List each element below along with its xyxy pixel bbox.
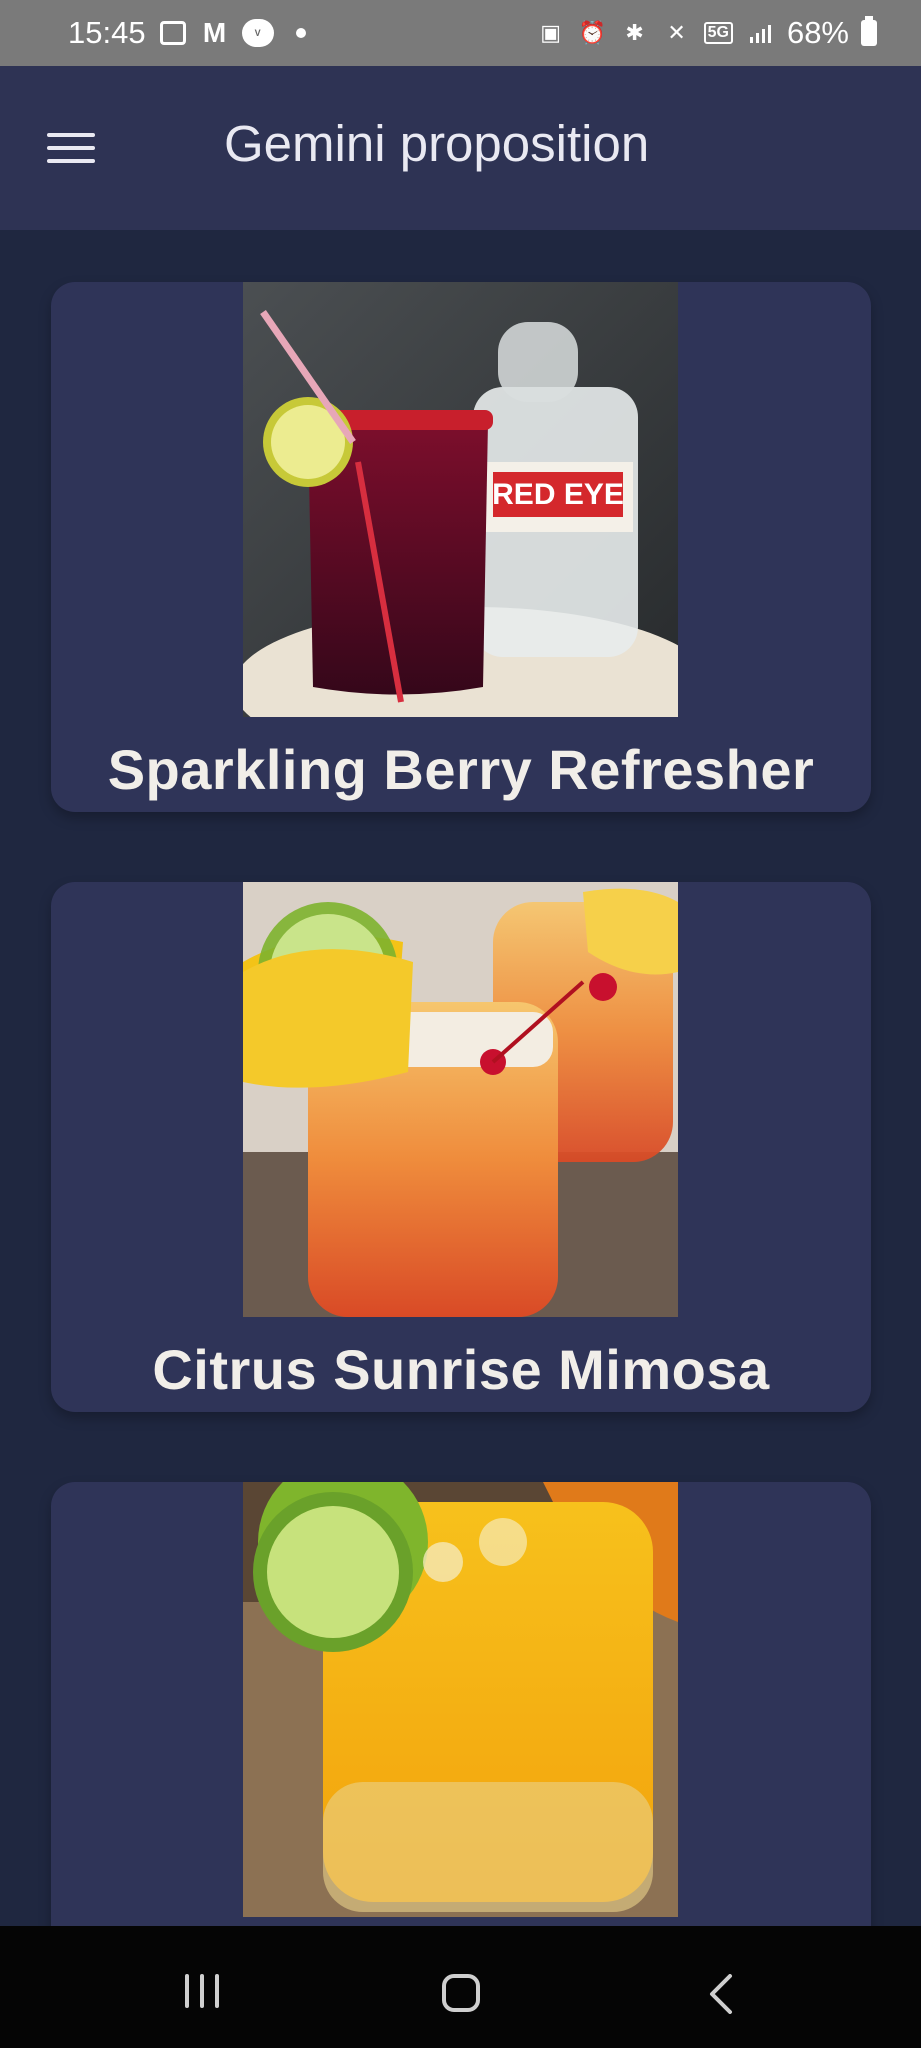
drink-image: RED EYE [243,282,678,717]
drink-card[interactable]: RED EYE Sparkling Berry Refresher [51,282,871,812]
status-bar: 15:45 M V ▣ ⏰ ✱ ✕ 5G 68% [0,0,921,66]
battery-percent: 68% [786,15,849,50]
bottle-label-text: RED EYE [492,478,624,511]
screenshot-icon: ▣ [540,20,561,45]
drink-image [243,882,678,1317]
app-bar: Gemini proposition [0,66,921,230]
drink-list[interactable]: RED EYE Sparkling Berry Refresher Citrus… [0,230,921,1926]
image-icon [158,18,188,48]
drink-card[interactable]: Citrus Sunrise Mimosa [51,882,871,1412]
recents-icon[interactable] [185,1974,219,2008]
home-icon[interactable] [442,1974,480,2012]
page-title: Gemini proposition [224,115,650,172]
drink-image [243,1482,678,1917]
network-type: 5G [703,22,733,44]
signal-icon [745,18,775,48]
back-icon[interactable] [706,1974,736,2014]
drink-title: Sparkling Berry Refresher [107,738,815,801]
battery-icon [861,16,877,46]
mute-icon: ✕ [667,20,686,45]
hamburger-menu-icon[interactable] [47,133,95,163]
status-time: 15:45 [68,15,146,50]
drink-title: Citrus Sunrise Mimosa [152,1338,770,1401]
drink-card[interactable] [51,1482,871,1926]
bluetooth-icon: ✱ [625,20,644,45]
vinted-icon: V [241,19,274,47]
gmail-icon: M [202,17,227,48]
alarm-icon: ⏰ [578,20,607,45]
notification-dot [295,28,306,38]
status-left: 15:45 M V [68,15,306,51]
status-right: ▣ ⏰ ✱ ✕ 5G 68% [536,15,877,51]
system-nav-bar [0,1926,921,2048]
